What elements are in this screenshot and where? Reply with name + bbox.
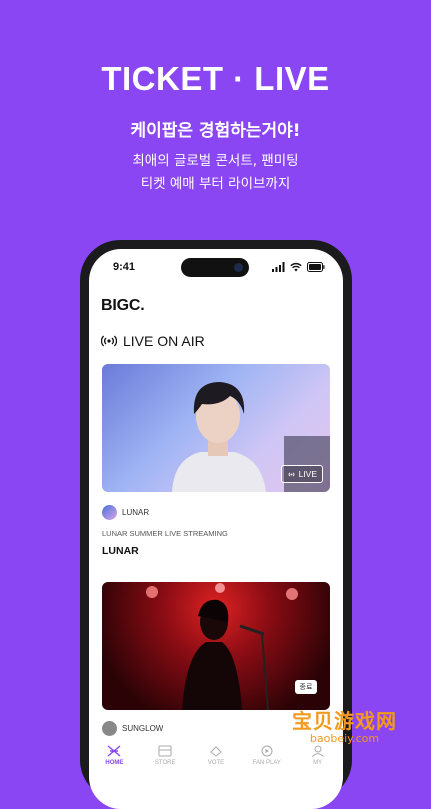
fanplay-icon: [261, 745, 273, 757]
store-icon: [158, 745, 172, 757]
dynamic-island: [181, 258, 249, 277]
tab-vote[interactable]: VOTE: [191, 739, 241, 766]
tab-fanplay[interactable]: FAN PLAY: [242, 739, 292, 766]
broadcast-icon: [101, 335, 117, 347]
stream-label: LUNAR SUMMER LIVE STREAMING: [102, 529, 228, 538]
battery-icon: [307, 262, 325, 272]
tab-label: FAN PLAY: [252, 760, 281, 766]
status-time: 9:41: [113, 261, 136, 273]
camera-icon: [234, 263, 243, 272]
tab-store[interactable]: STORE: [140, 739, 190, 766]
app-logo: BIGC.: [101, 297, 145, 314]
stream-title[interactable]: LUNAR: [102, 545, 139, 557]
avatar: [102, 505, 117, 520]
avatar: [102, 721, 117, 736]
home-icon: [107, 745, 121, 757]
tab-label: HOME: [105, 760, 124, 766]
artist-row[interactable]: SUNGLOW: [102, 721, 163, 736]
live-badge: LIVE: [280, 465, 323, 483]
live-badge-label: LIVE: [298, 469, 317, 479]
live-broadcast-icon: [288, 471, 294, 477]
watermark-brand: 宝贝游戏网: [292, 709, 397, 733]
live-card-thumbnail[interactable]: LIVE: [102, 364, 330, 492]
promo-subhead: 케이팝은 경험하는거야!: [130, 121, 301, 141]
status-icons: [272, 261, 325, 273]
live-section-header: LIVE ON AIR: [101, 333, 205, 349]
status-bar: 9:41: [89, 249, 343, 285]
tab-label: STORE: [154, 760, 176, 766]
my-icon: [311, 745, 324, 757]
bottom-tab-bar: HOME STORE VOTE FAN PLAY MY: [89, 739, 343, 779]
watermark-chip: 종료: [295, 680, 317, 694]
artist-name: LUNAR: [122, 508, 150, 517]
tab-label: VOTE: [207, 760, 225, 766]
artist-row[interactable]: LUNAR: [102, 505, 149, 520]
promo-headline: TICKET · LIVE: [101, 60, 330, 97]
promo-desc-line1: 최애의 글로벌 콘서트, 팬미팅: [132, 153, 299, 169]
promo-desc-line2: 티켓 예매 부터 라이브까지: [140, 176, 291, 192]
tab-home[interactable]: HOME: [89, 739, 139, 766]
tab-label: MY: [313, 760, 323, 766]
section-title: LIVE ON AIR: [123, 333, 205, 349]
wifi-icon: [290, 262, 302, 272]
artist-name: SUNGLOW: [122, 724, 164, 733]
watermark: 宝贝游戏网 baobeiy.com: [292, 705, 397, 745]
signal-icon: [272, 262, 285, 272]
vote-icon: [210, 746, 222, 757]
